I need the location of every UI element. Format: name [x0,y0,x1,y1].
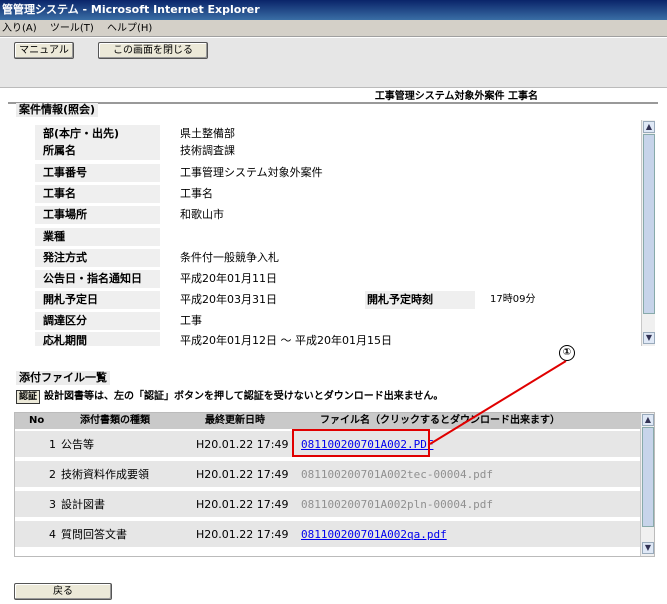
callout-line [429,360,567,445]
back-button[interactable]: 戻る [14,583,112,600]
callout-arrow [429,360,567,445]
